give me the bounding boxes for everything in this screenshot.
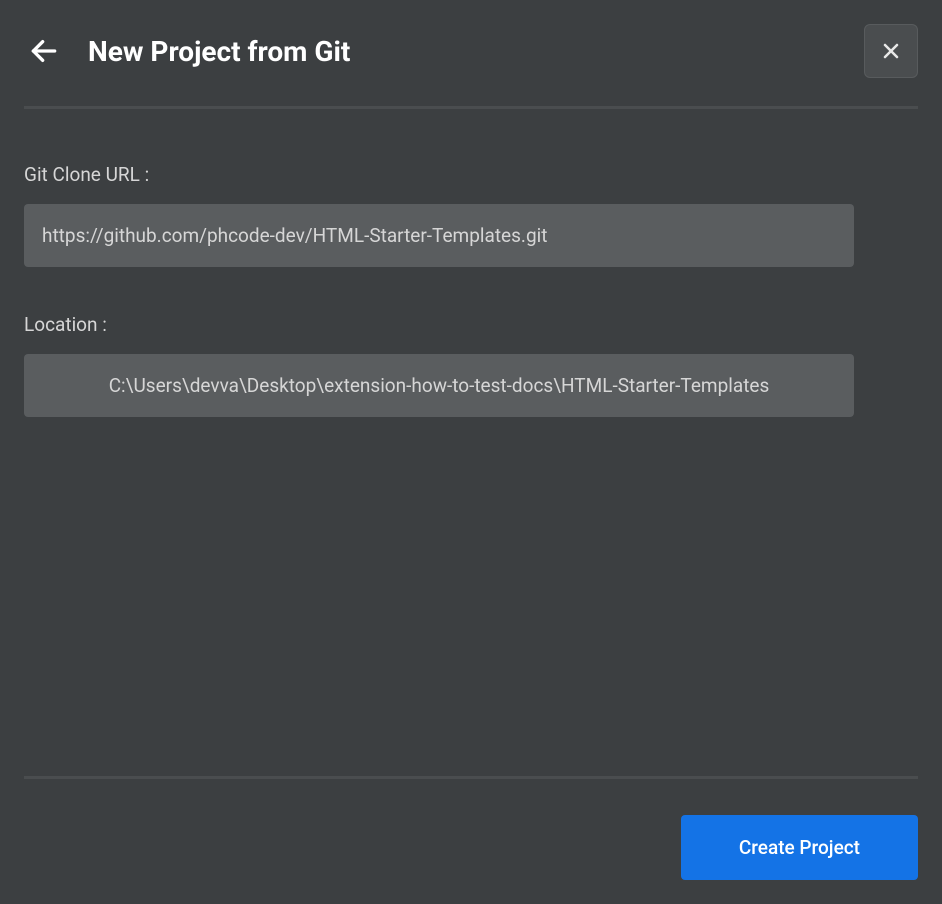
git-clone-url-input[interactable] bbox=[24, 204, 854, 267]
back-button[interactable] bbox=[24, 31, 64, 71]
back-arrow-icon bbox=[28, 35, 60, 67]
location-group: Location : bbox=[24, 313, 918, 417]
dialog-container: New Project from Git Git Clone URL : Loc… bbox=[0, 0, 942, 904]
create-project-button[interactable]: Create Project bbox=[681, 815, 918, 880]
dialog-footer: Create Project bbox=[24, 815, 918, 880]
divider-top bbox=[24, 106, 918, 109]
git-clone-url-label: Git Clone URL : bbox=[24, 163, 918, 186]
dialog-title: New Project from Git bbox=[88, 35, 350, 68]
close-icon bbox=[879, 39, 903, 63]
header-left: New Project from Git bbox=[24, 31, 350, 71]
location-label: Location : bbox=[24, 313, 918, 336]
close-button[interactable] bbox=[864, 24, 918, 78]
git-clone-url-group: Git Clone URL : bbox=[24, 163, 918, 267]
divider-bottom bbox=[24, 776, 918, 779]
location-input[interactable] bbox=[24, 354, 854, 417]
dialog-header: New Project from Git bbox=[24, 24, 918, 78]
form-section: Git Clone URL : Location : bbox=[24, 163, 918, 776]
